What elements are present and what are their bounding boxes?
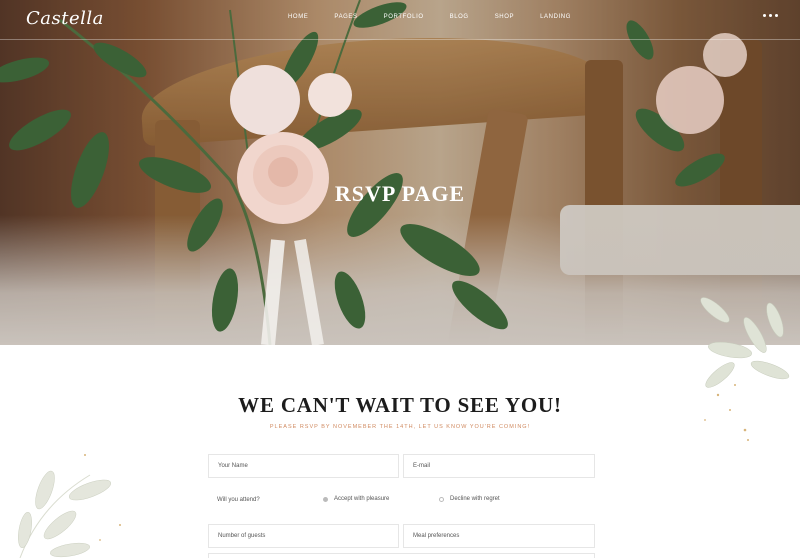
email-field-placeholder: E-mail [413,463,431,469]
email-field[interactable]: E-mail [403,454,595,478]
leaf-decoration-icon [18,454,121,558]
attend-no-label: Decline with regret [450,496,500,502]
nav-item-home[interactable]: HOME [288,14,308,20]
rsvp-heading: WE CAN'T WAIT TO SEE YOU! [238,393,562,417]
page-title: RSVP PAGE [334,181,466,206]
attend-yes-label: Accept with pleasure [334,496,390,502]
guests-field-placeholder: Number of guests [218,533,266,539]
message-field[interactable] [208,553,595,558]
nav-item-shop[interactable]: SHOP [495,14,514,20]
guests-field[interactable]: Number of guests [208,524,399,548]
attend-no-radio[interactable]: Decline with regret [439,496,500,502]
radio-unselected-icon [439,496,444,502]
nav-item-blog[interactable]: BLOG [450,14,469,20]
rsvp-section: WE CAN'T WAIT TO SEE YOU! PLEASE RSVP BY… [0,297,800,558]
main-navigation: HOME PAGES PORTFOLIO BLOG SHOP LANDING [288,14,597,20]
nav-item-portfolio[interactable]: PORTFOLIO [384,14,424,20]
name-field[interactable]: Your Name [208,454,399,478]
nav-item-pages[interactable]: PAGES [334,14,357,20]
meal-field[interactable]: Meal preferences [403,524,595,548]
meal-field-placeholder: Meal preferences [413,533,460,539]
site-logo[interactable]: Castella [26,8,104,29]
more-menu-icon[interactable] [763,14,778,17]
header-divider [0,39,800,40]
name-field-placeholder: Your Name [218,463,248,469]
attend-question: Will you attend? [217,497,260,503]
rsvp-subheading: PLEASE RSVP BY NOVEMEBER THE 14TH, LET U… [269,424,531,430]
attend-yes-radio[interactable]: Accept with pleasure [323,496,389,502]
radio-selected-icon [323,496,328,502]
nav-item-landing[interactable]: LANDING [540,14,571,20]
